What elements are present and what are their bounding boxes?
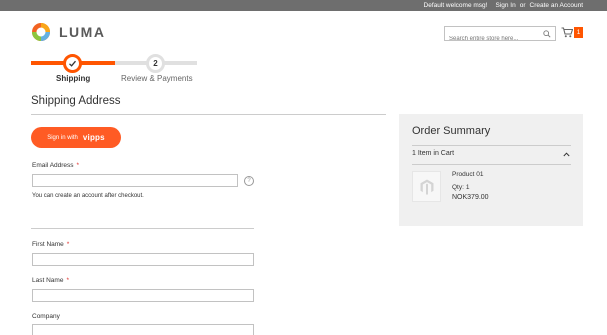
top-links: Default welcome msg! Sign In or Create a… (424, 0, 583, 11)
divider (31, 228, 254, 229)
product-name: Product 01 (452, 171, 484, 178)
product-qty: Qty: 1 (452, 184, 470, 191)
chevron-up-icon[interactable] (563, 152, 570, 157)
company-label: Company (32, 313, 60, 320)
first-name-label: First Name * (32, 241, 70, 248)
luma-logo-icon (32, 23, 50, 41)
magento-placeholder-icon (420, 179, 433, 195)
email-label: Email Address * (32, 162, 80, 169)
welcome-message: Default welcome msg! (423, 2, 488, 9)
product-price: NOK379.00 (452, 194, 489, 201)
search-input[interactable] (445, 32, 541, 46)
order-summary-title: Order Summary (412, 125, 491, 137)
last-name-field[interactable] (32, 289, 254, 302)
divider (31, 114, 386, 115)
step-review-label[interactable]: Review & Payments (121, 74, 193, 83)
product-thumbnail[interactable] (412, 171, 441, 202)
top-bar: Default welcome msg! Sign In or Create a… (0, 0, 607, 11)
cart-icon[interactable] (561, 27, 573, 38)
help-icon[interactable]: ? (244, 176, 254, 186)
required-marker: * (76, 162, 80, 169)
divider (412, 164, 571, 165)
create-account-link[interactable]: Create an Account (530, 2, 583, 9)
cart-count-badge[interactable]: 1 (574, 27, 583, 38)
company-field[interactable] (32, 324, 254, 335)
step-shipping-label: Shipping (56, 74, 91, 83)
step-shipping-marker (63, 54, 82, 73)
required-marker: * (66, 241, 70, 248)
vipps-sign-in-button[interactable]: Sign in with vipps (31, 127, 121, 148)
logo-text: LUMA (59, 24, 106, 40)
email-field[interactable] (32, 174, 238, 187)
first-name-field[interactable] (32, 253, 254, 266)
logo[interactable]: LUMA (31, 22, 105, 42)
sign-in-link[interactable]: Sign In (495, 2, 515, 9)
shipping-address-title: Shipping Address (31, 95, 121, 107)
order-summary-panel: Order Summary 1 Item in Cart Product 01 … (399, 114, 583, 226)
search-icon[interactable] (543, 30, 551, 38)
required-marker: * (66, 277, 69, 284)
step-review-marker: 2 (146, 54, 165, 73)
or-text: or (519, 2, 526, 9)
items-in-cart-toggle[interactable]: 1 Item in Cart (412, 150, 454, 157)
search-box[interactable] (444, 26, 556, 46)
last-name-label: Last Name * (32, 277, 69, 284)
checkmark-icon (69, 60, 76, 67)
divider (412, 145, 571, 146)
email-note: You can create an account after checkout… (32, 193, 144, 199)
vipps-prefix: Sign in with (47, 134, 78, 141)
vipps-logo: vipps (82, 133, 105, 142)
